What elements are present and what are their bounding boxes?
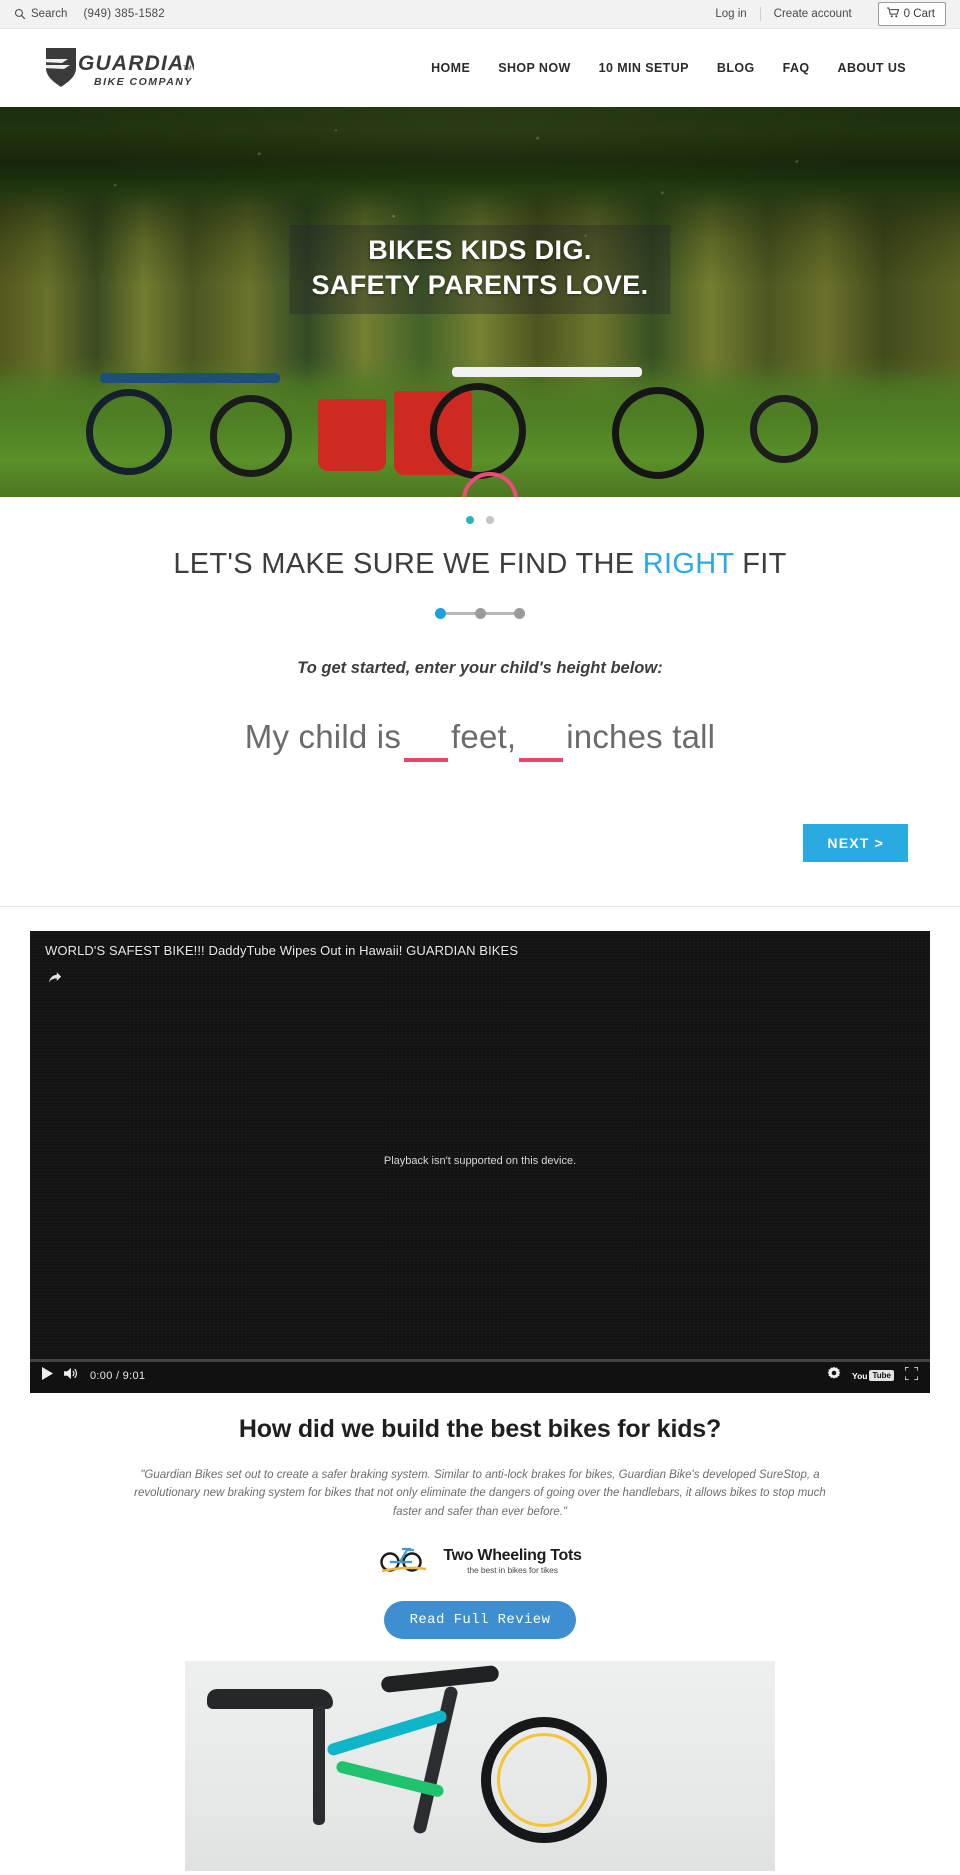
two-wheeling-tots-logo[interactable]: Two Wheeling Tots the best in bikes for … bbox=[0, 1544, 960, 1579]
height-sentence-part-2: feet, bbox=[451, 717, 517, 755]
product-photo[interactable] bbox=[185, 1660, 775, 1871]
fit-step-progress bbox=[435, 607, 525, 619]
youtube-label-you: You bbox=[852, 1370, 868, 1381]
play-icon[interactable] bbox=[42, 1366, 53, 1385]
video-controls-bar: 0:00 / 9:01 You Tube bbox=[30, 1358, 930, 1393]
nav-item-blog[interactable]: BLOG bbox=[703, 51, 769, 85]
height-entry-row: My child is feet, inches tall bbox=[0, 718, 960, 762]
handlebar bbox=[380, 1664, 500, 1693]
logo-guardian-bike-company[interactable]: GUARDIAN TM BIKE COMPANY bbox=[42, 45, 194, 91]
fit-finder-section: LET'S MAKE SURE WE FIND THE RIGHT FIT To… bbox=[0, 543, 960, 884]
search-button[interactable]: Search bbox=[14, 8, 67, 20]
seat-post bbox=[313, 1704, 325, 1825]
youtube-video-player[interactable]: WORLD'S SAFEST BIKE!!! DaddyTube Wipes O… bbox=[30, 930, 930, 1393]
svg-text:TM: TM bbox=[183, 66, 192, 72]
fit-title-highlight: RIGHT bbox=[642, 548, 734, 580]
cart-button[interactable]: 0 Cart bbox=[877, 2, 946, 26]
video-playback-message: Playback isn't supported on this device. bbox=[383, 1154, 577, 1167]
youtube-label-tube: Tube bbox=[869, 1370, 894, 1382]
main-navigation: HOME SHOP NOW 10 MIN SETUP BLOG FAQ ABOU… bbox=[417, 51, 930, 85]
hero-caption: BIKES KIDS DIG. SAFETY PARENTS LOVE. bbox=[289, 225, 671, 315]
review-section: How did we build the best bikes for kids… bbox=[0, 1393, 960, 1639]
nav-item-home[interactable]: HOME bbox=[417, 51, 484, 85]
height-sentence-part-3: inches tall bbox=[566, 717, 716, 755]
hero-slider-dot-2[interactable] bbox=[486, 516, 494, 524]
video-title: WORLD'S SAFEST BIKE!!! DaddyTube Wipes O… bbox=[45, 942, 519, 958]
video-time: 0:00 / 9:01 bbox=[90, 1369, 146, 1382]
review-quote: "Guardian Bikes set out to create a safe… bbox=[134, 1468, 826, 1519]
top-tube bbox=[325, 1708, 449, 1757]
utility-bar-left: Search (949) 385-1582 bbox=[14, 8, 165, 20]
twt-tagline: the best in bikes for tikes bbox=[467, 1564, 558, 1575]
utility-bar-right: Log in Create account 0 Cart bbox=[702, 2, 946, 26]
next-button[interactable]: NEXT > bbox=[803, 823, 908, 862]
cart-label: 0 Cart bbox=[903, 8, 935, 20]
gear-icon[interactable] bbox=[827, 1366, 841, 1385]
fullscreen-icon[interactable] bbox=[904, 1366, 919, 1385]
youtube-logo-icon[interactable]: You Tube bbox=[852, 1370, 894, 1382]
fit-step-line-2 bbox=[485, 611, 514, 615]
nav-item-about-us[interactable]: ABOUT US bbox=[824, 51, 920, 85]
fit-step-line-1 bbox=[446, 611, 475, 615]
nav-item-faq[interactable]: FAQ bbox=[769, 51, 824, 85]
two-wheeling-tots-text: Two Wheeling Tots the best in bikes for … bbox=[443, 1546, 582, 1575]
hero-slider-dot-1[interactable] bbox=[466, 516, 474, 524]
fit-finder-subtitle: To get started, enter your child's heigh… bbox=[297, 658, 663, 677]
logo-icon: GUARDIAN TM BIKE COMPANY bbox=[42, 48, 194, 88]
fit-finder-title: LET'S MAKE SURE WE FIND THE RIGHT FIT bbox=[0, 547, 960, 582]
fit-title-after: FIT bbox=[733, 548, 787, 580]
video-section: WORLD'S SAFEST BIKE!!! DaddyTube Wipes O… bbox=[0, 907, 960, 1393]
fork bbox=[412, 1685, 459, 1835]
nav-item-shop-now[interactable]: SHOP NOW bbox=[484, 51, 584, 85]
fit-step-1[interactable] bbox=[435, 607, 446, 619]
hero-line-1: BIKES KIDS DIG. bbox=[368, 235, 592, 265]
inches-input[interactable] bbox=[519, 721, 564, 762]
fit-step-2[interactable] bbox=[474, 607, 486, 619]
site-header: GUARDIAN TM BIKE COMPANY HOME SHOP NOW 1… bbox=[0, 29, 960, 107]
front-rim bbox=[497, 1732, 591, 1827]
create-account-link[interactable]: Create account bbox=[761, 8, 865, 20]
fit-step-3[interactable] bbox=[514, 607, 525, 619]
twt-title: Two Wheeling Tots bbox=[443, 1546, 582, 1564]
bicycle-icon bbox=[378, 1544, 436, 1579]
phone-number[interactable]: (949) 385-1582 bbox=[83, 8, 164, 20]
hero-banner[interactable]: BIKES KIDS DIG. SAFETY PARENTS LOVE. bbox=[0, 107, 960, 497]
share-icon[interactable] bbox=[48, 971, 62, 989]
read-full-review-button[interactable]: Read Full Review bbox=[383, 1600, 577, 1639]
volume-icon[interactable] bbox=[64, 1367, 79, 1385]
login-link[interactable]: Log in bbox=[702, 8, 759, 20]
svg-text:BIKE COMPANY: BIKE COMPANY bbox=[94, 76, 193, 88]
hero-slider-dots bbox=[0, 497, 960, 543]
hero-line-2: SAFETY PARENTS LOVE. bbox=[311, 269, 649, 300]
fit-title-before: LET'S MAKE SURE WE FIND THE bbox=[173, 548, 643, 580]
feet-input[interactable] bbox=[404, 721, 449, 762]
search-icon bbox=[14, 8, 26, 20]
svg-text:GUARDIAN: GUARDIAN bbox=[78, 52, 194, 75]
height-sentence-part-1: My child is bbox=[244, 717, 402, 755]
next-button-row: NEXT > bbox=[0, 823, 960, 862]
review-heading: How did we build the best bikes for kids… bbox=[238, 1414, 722, 1443]
search-label: Search bbox=[31, 8, 68, 20]
nav-item-10-min-setup[interactable]: 10 MIN SETUP bbox=[585, 51, 703, 85]
utility-bar: Search (949) 385-1582 Log in Create acco… bbox=[0, 0, 960, 29]
cart-icon bbox=[886, 7, 899, 21]
video-progress-bar[interactable] bbox=[30, 1358, 930, 1362]
